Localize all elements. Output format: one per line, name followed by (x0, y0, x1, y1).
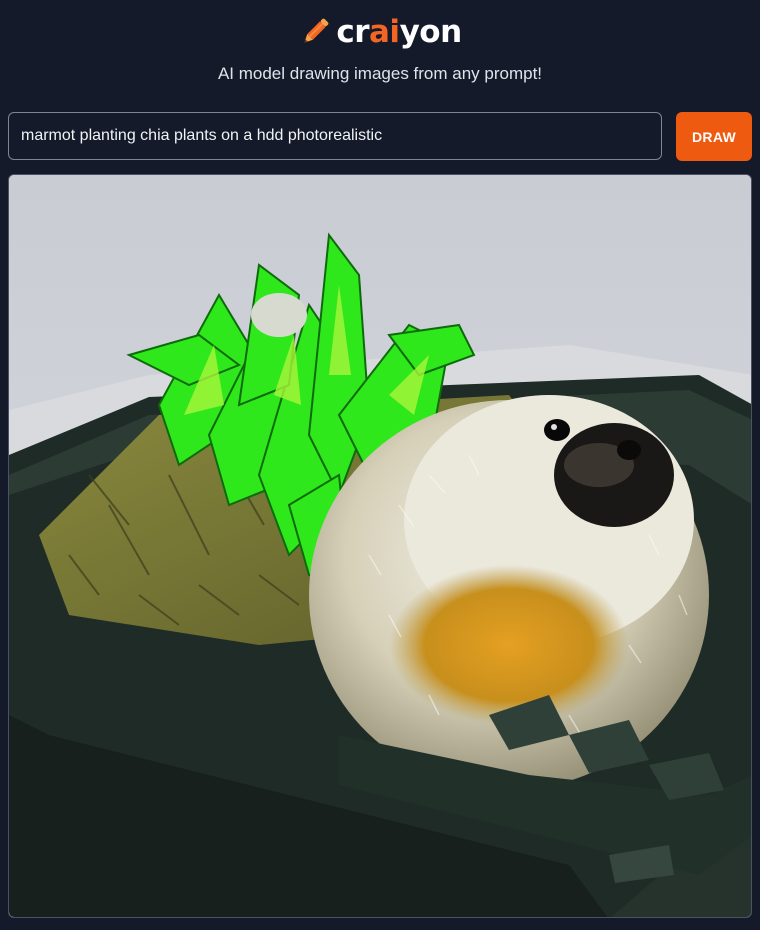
tagline: AI model drawing images from any prompt! (217, 64, 543, 83)
logo-wordmark: craiyon (336, 14, 463, 50)
prompt-input[interactable] (8, 112, 662, 160)
generated-image-art (9, 175, 751, 917)
logo-text-accent: ai (369, 14, 400, 50)
craiyon-page: craiyon AI model drawing images from any… (0, 0, 760, 930)
logo-text-end: yon (399, 14, 463, 50)
draw-button[interactable]: DRAW (676, 112, 752, 161)
logo[interactable]: craiyon (0, 10, 760, 54)
pencil-icon (304, 18, 329, 43)
logo-text-start: cr (336, 14, 370, 50)
generated-image[interactable] (8, 174, 752, 918)
